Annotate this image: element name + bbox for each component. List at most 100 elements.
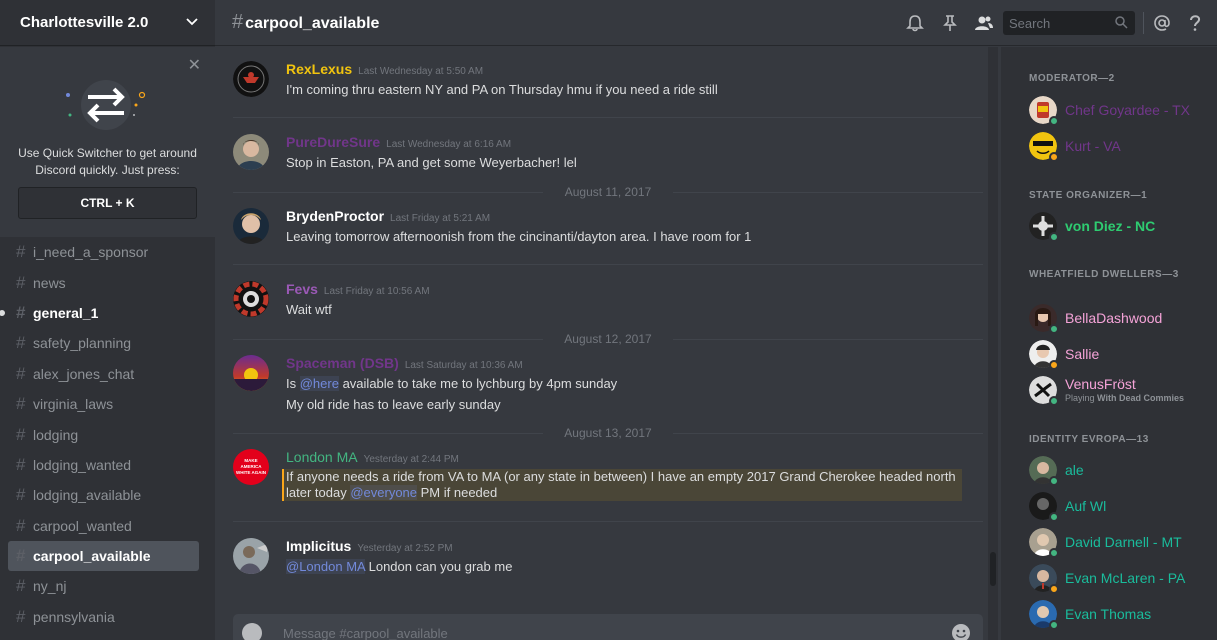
pin-icon[interactable]	[940, 13, 960, 33]
member-item[interactable]: VenusFröst Playing With Dead Commies	[1029, 374, 1217, 406]
date-divider: August 11, 2017	[233, 185, 983, 199]
channel-ny-nj[interactable]: # ny_nj	[8, 571, 199, 601]
channel-i-need-a-sponsor[interactable]: # i_need_a_sponsor	[8, 237, 199, 267]
message-separator	[233, 521, 983, 522]
member-item[interactable]: Auf Wl	[1029, 490, 1217, 522]
server-name: Charlottesville 2.0	[20, 14, 149, 31]
channel-safety-planning[interactable]: # safety_planning	[8, 328, 199, 358]
message-timestamp: Last Wednesday at 6:16 AM	[386, 139, 512, 150]
message-scrollbar[interactable]	[988, 47, 998, 640]
unread-indicator	[0, 309, 5, 316]
composer-placeholder: Message #carpool_available	[283, 626, 448, 640]
channel-pennsylvania[interactable]: # pennsylvania	[8, 602, 199, 632]
hash-icon: #	[16, 454, 26, 474]
message-text: Leaving tomorrow afternoonish from the c…	[286, 229, 752, 244]
message-separator	[233, 117, 983, 118]
member-item[interactable]: Sallie	[1029, 338, 1217, 370]
status-online-indicator	[1049, 620, 1059, 630]
member-item[interactable]: Chef Goyardee - TX	[1029, 94, 1217, 126]
hash-icon: #	[16, 363, 26, 383]
status-idle-indicator	[1049, 152, 1059, 162]
quick-switcher-tip: ✕ Use Quick Switcher to get around Disco…	[0, 47, 215, 237]
avatar[interactable]	[233, 61, 269, 97]
message-author[interactable]: Spaceman (DSB)	[286, 355, 399, 371]
quick-switcher-arrows-icon	[66, 80, 146, 130]
member-item[interactable]: Evan Thomas	[1029, 598, 1217, 630]
message-timestamp: Yesterday at 2:52 PM	[357, 543, 453, 554]
message-composer[interactable]: Message #carpool_available	[233, 614, 983, 640]
channel-alex-jones-chat[interactable]: # alex_jones_chat	[8, 359, 199, 389]
channel-lodging-wanted[interactable]: # lodging_wanted	[8, 450, 199, 480]
date-divider: August 12, 2017	[233, 332, 983, 346]
status-online-indicator	[1049, 324, 1059, 334]
channel-news[interactable]: # news	[8, 267, 199, 297]
quick-switcher-shortcut-button[interactable]: CTRL + K	[18, 187, 197, 219]
channel-general-1[interactable]: # general_1	[0, 298, 199, 328]
mention-everyone[interactable]: @everyone	[350, 485, 418, 500]
avatar[interactable]	[233, 538, 269, 574]
chevron-down-icon	[186, 18, 198, 26]
avatar[interactable]	[233, 208, 269, 244]
message-author[interactable]: Fevs	[286, 281, 318, 297]
channel-carpool-available[interactable]: # carpool_available	[8, 540, 199, 572]
bell-icon[interactable]	[905, 13, 925, 33]
message-author[interactable]: PureDureSure	[286, 134, 380, 150]
emoji-icon[interactable]	[951, 623, 971, 640]
message-author[interactable]: BrydenProctor	[286, 208, 384, 224]
quick-switcher-text-2: Discord quickly. Just press:	[35, 163, 180, 177]
hash-icon: #	[16, 485, 26, 505]
search-input[interactable]: Search	[1003, 11, 1135, 35]
member-item[interactable]: Evan McLaren - PA	[1029, 562, 1217, 594]
channel-lodging-available[interactable]: # lodging_available	[8, 480, 199, 510]
date-divider: August 13, 2017	[233, 426, 983, 440]
message-text: I'm coming thru eastern NY and PA on Thu…	[286, 82, 718, 97]
avatar[interactable]: MAKE AMERICA WHITE AGAIN	[233, 449, 269, 485]
mention-icon[interactable]	[1152, 13, 1172, 33]
channel-lodging[interactable]: # lodging	[8, 419, 199, 449]
mention-highlight: If anyone needs a ride from VA to MA (or…	[282, 469, 962, 501]
members-icon[interactable]	[974, 13, 994, 33]
scrollbar-thumb[interactable]	[990, 552, 996, 586]
message-timestamp: Last Friday at 5:21 AM	[390, 213, 491, 224]
channel-virginia-laws[interactable]: # virginia_laws	[8, 389, 199, 419]
mention-here[interactable]: @here	[299, 376, 339, 391]
upload-plus-icon[interactable]	[242, 623, 262, 640]
member-item[interactable]: von Diez - NC	[1029, 210, 1217, 242]
status-online-indicator	[1049, 116, 1059, 126]
member-item[interactable]: BellaDashwood	[1029, 302, 1217, 334]
avatar[interactable]	[233, 355, 269, 391]
hash-icon: #	[16, 333, 26, 353]
message-author[interactable]: Implicitus	[286, 538, 351, 554]
help-icon[interactable]	[1185, 13, 1205, 33]
server-header[interactable]: Charlottesville 2.0	[0, 0, 215, 46]
role-header-state-organizer: STATE ORGANIZER—1	[1029, 190, 1148, 201]
message-timestamp: Last Saturday at 10:36 AM	[404, 360, 523, 371]
avatar-text: MAKE AMERICA WHITE AGAIN	[235, 458, 267, 475]
avatar[interactable]	[233, 134, 269, 170]
member-item[interactable]: David Darnell - MT	[1029, 526, 1217, 558]
status-online-indicator	[1049, 548, 1059, 558]
member-item[interactable]: Kurt - VA	[1029, 130, 1217, 162]
quick-switcher-text-1: Use Quick Switcher to get around	[18, 146, 197, 160]
status-online-indicator	[1049, 476, 1059, 486]
hash-icon: #	[16, 424, 26, 444]
message-author[interactable]: London MA	[286, 449, 358, 465]
message-text: Stop in Easton, PA and get some Weyerbac…	[286, 155, 577, 170]
member-list: MODERATOR—2 Chef Goyardee - TX Kurt - VA…	[1001, 47, 1217, 640]
message-author[interactable]: RexLexus	[286, 61, 352, 77]
channel-sidebar: Charlottesville 2.0 ✕ Use Quick Switcher…	[0, 0, 215, 640]
message-text: Is @here available to take me to lychbur…	[286, 376, 618, 391]
status-idle-indicator	[1049, 360, 1059, 370]
avatar[interactable]	[233, 281, 269, 317]
channel-title: # carpool_available	[232, 11, 380, 33]
message-text: later today @everyone PM if needed	[286, 485, 498, 500]
member-item[interactable]: ale	[1029, 454, 1217, 486]
close-icon[interactable]: ✕	[188, 55, 201, 75]
hash-icon: #	[232, 11, 244, 33]
status-online-indicator	[1049, 512, 1059, 522]
hash-icon: #	[16, 394, 26, 414]
channel-carpool-wanted[interactable]: # carpool_wanted	[8, 511, 199, 541]
search-icon	[1115, 16, 1128, 29]
hash-icon: #	[16, 576, 26, 596]
mention-user[interactable]: @London MA	[286, 559, 365, 574]
